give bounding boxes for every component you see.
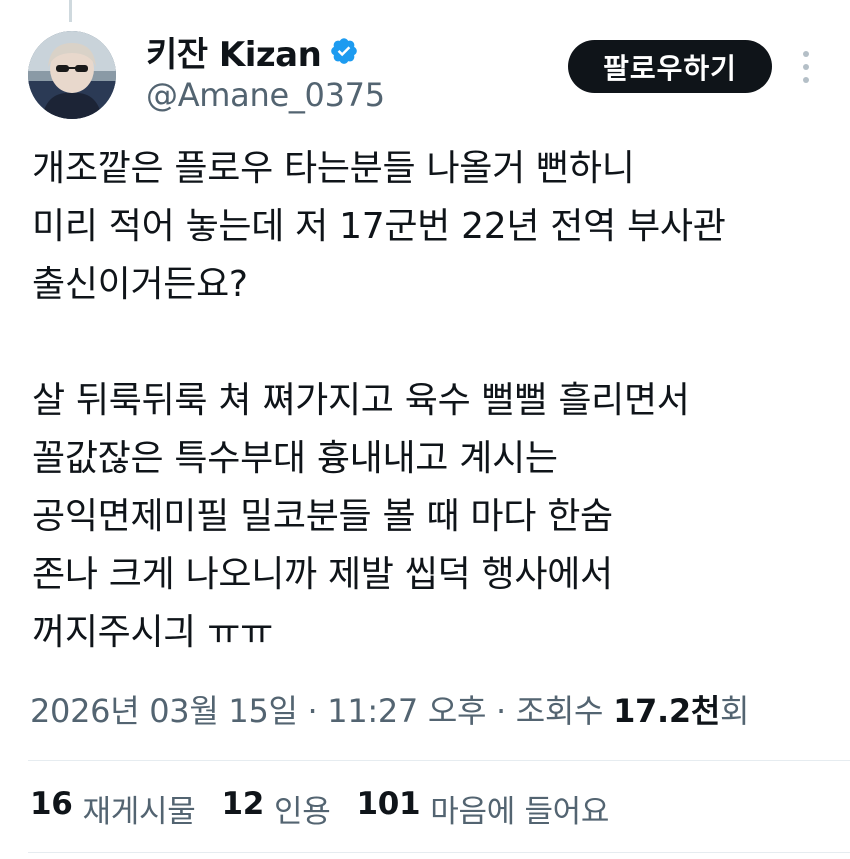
views-count: 17.2천 bbox=[613, 692, 720, 730]
tweet-paragraph-1: 개조깥은 플로우 타는분들 나올거 뻔하니 미리 적어 놓는데 저 17군번 2… bbox=[32, 148, 726, 305]
likes-label: 마음에 들어요 bbox=[430, 794, 610, 830]
follow-button[interactable]: 팔로우하기 bbox=[568, 40, 772, 93]
meta-separator: · bbox=[297, 692, 328, 730]
author-handle[interactable]: @Amane_0375 bbox=[146, 76, 385, 114]
divider bbox=[28, 760, 850, 761]
verified-badge-icon bbox=[329, 36, 359, 66]
likes-stat[interactable]: 101 마음에 들어요 bbox=[356, 786, 609, 831]
meta-separator: · bbox=[486, 692, 516, 730]
display-name[interactable]: 키잔 Kizan bbox=[146, 27, 322, 76]
more-options-icon[interactable] bbox=[797, 48, 815, 86]
divider bbox=[28, 852, 850, 853]
quotes-stat[interactable]: 12 인용 bbox=[221, 786, 330, 831]
tweet-time[interactable]: 11:27 오후 bbox=[327, 692, 486, 730]
tweet-text: 개조깥은 플로우 타는분들 나올거 뻔하니 미리 적어 놓는데 저 17군번 2… bbox=[32, 140, 832, 662]
views-label: 조회수 bbox=[515, 692, 614, 730]
tweet-meta: 2026년 03월 15일 · 11:27 오후 · 조회수 17.2천회 bbox=[30, 686, 749, 732]
engagement-stats: 16 재게시물 12 인용 101 마음에 들어요 bbox=[30, 786, 609, 831]
author-name-row: 키잔 Kizan bbox=[146, 27, 359, 76]
reposts-count: 16 bbox=[30, 786, 73, 822]
views-suffix: 회 bbox=[719, 692, 750, 730]
reposts-label: 재게시물 bbox=[82, 794, 196, 830]
quotes-count: 12 bbox=[221, 786, 264, 822]
reposts-stat[interactable]: 16 재게시물 bbox=[30, 786, 196, 831]
tweet-paragraph-2: 살 뒤룩뒤룩 쳐 쪄가지고 육수 뻘뻘 흘리면서 꼴값잖은 특수부대 흉내내고 … bbox=[32, 380, 690, 653]
avatar[interactable] bbox=[28, 31, 116, 119]
likes-count: 101 bbox=[356, 786, 421, 822]
avatar-image bbox=[28, 31, 116, 119]
tweet-date[interactable]: 2026년 03월 15일 bbox=[30, 692, 298, 730]
thread-connector-line bbox=[69, 0, 72, 22]
quotes-label: 인용 bbox=[273, 794, 331, 830]
